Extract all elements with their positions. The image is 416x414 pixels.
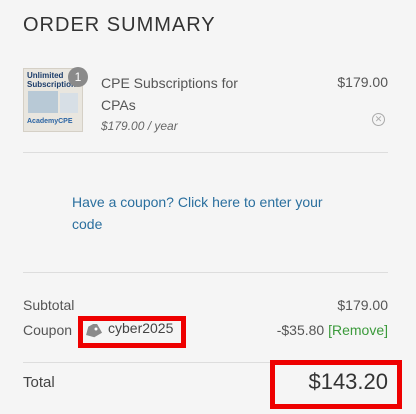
coupon-label: Coupon [23,322,73,338]
coupon-discount-value: -$35.80 [276,322,325,338]
remove-item-icon[interactable]: ✕ [372,113,385,126]
coupon-highlight-box [78,316,186,348]
divider [23,272,388,273]
divider [23,152,388,153]
thumbnail-text-bottom: AcademyCPE [27,118,73,125]
coupon-discount-row: -$35.80 [Remove] [277,322,388,338]
total-highlight-box [270,360,402,409]
subtotal-value: $179.00 [337,297,388,313]
order-summary-panel: ORDER SUMMARY Unlimited Subscription Aca… [0,0,416,414]
product-price-per-period: $179.00 / year [101,119,178,133]
coupon-link[interactable]: Have a coupon? Click here to enter your … [72,191,347,235]
order-summary-title: ORDER SUMMARY [23,14,216,36]
thumbnail-photo [28,91,58,113]
product-name: CPE Subscriptions for CPAs [101,75,238,113]
total-label: Total [23,374,55,391]
product-price: $179.00 [337,74,388,90]
thumbnail-photo-secondary [60,93,78,113]
cart-item: Unlimited Subscription AcademyCPE 1 CPE … [23,67,388,152]
subtotal-label: Subtotal [23,297,75,313]
remove-coupon-link[interactable]: [Remove] [328,322,388,338]
quantity-badge: 1 [68,67,88,87]
